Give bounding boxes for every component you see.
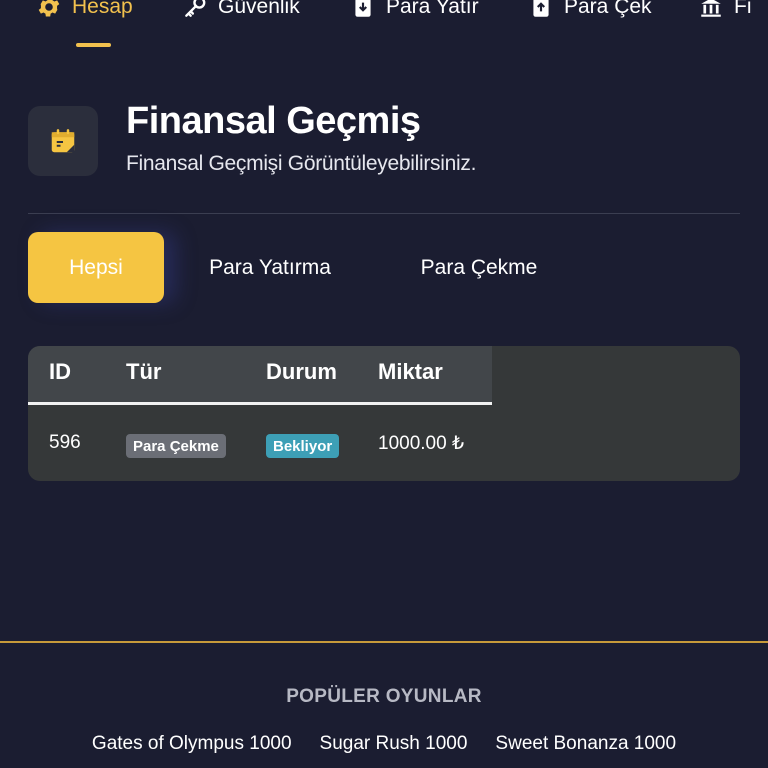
popular-games-list: Gates of Olympus 1000 Sugar Rush 1000 Sw…	[0, 733, 768, 755]
column-header-tur: Tür	[126, 359, 162, 384]
tab-para-yatirma[interactable]: Para Yatırma	[190, 232, 350, 303]
tab-hepsi[interactable]: Hepsi	[28, 232, 164, 303]
key-icon	[185, 0, 206, 17]
wallet-out-icon	[533, 0, 549, 17]
top-nav: Hesap Güvenlik Para Yatır Para Çek Fi	[0, 0, 768, 60]
type-badge: Para Çekme	[126, 434, 226, 458]
nav-item-guvenlik[interactable]: Güvenlik	[182, 0, 300, 22]
page-icon-box	[28, 106, 98, 176]
tab-para-cekme[interactable]: Para Çekme	[404, 232, 554, 303]
nav-label: Para Yatır	[386, 0, 479, 18]
nav-label: Fi	[734, 0, 752, 18]
popular-games-heading: POPÜLER OYUNLAR	[286, 686, 482, 707]
game-link[interactable]: Gates of Olympus 1000	[92, 733, 292, 755]
game-link[interactable]: Sweet Bonanza 1000	[495, 733, 676, 755]
status-badge: Bekliyor	[266, 434, 340, 458]
gear-icon	[38, 0, 60, 17]
page-subtitle: Finansal Geçmişi Görüntüleyebilirsiniz.	[126, 152, 477, 175]
page-title: Finansal Geçmiş	[126, 100, 421, 142]
table-header: ID Tür Durum Miktar	[28, 346, 492, 405]
nav-label: Para Çek	[564, 0, 652, 18]
wallet-in-icon	[355, 0, 371, 17]
header-divider	[28, 213, 740, 214]
nav-item-para-yatir[interactable]: Para Yatır	[350, 0, 479, 22]
cell-amount: 1000.00 ₺	[378, 433, 465, 454]
nav-item-para-cek[interactable]: Para Çek	[528, 0, 652, 22]
column-header-miktar: Miktar	[378, 359, 443, 384]
game-link[interactable]: Sugar Rush 1000	[320, 733, 468, 755]
column-header-durum: Durum	[266, 359, 337, 384]
calendar-icon	[51, 129, 75, 153]
column-header-id: ID	[49, 359, 71, 384]
nav-item-hesap[interactable]: Hesap	[36, 0, 133, 22]
nav-label: Güvenlik	[218, 0, 300, 18]
history-table: ID Tür Durum Miktar 596 Para Çekme Bekli…	[28, 346, 740, 481]
nav-item-finans[interactable]: Fi	[698, 0, 752, 22]
cell-id: 596	[49, 432, 81, 453]
nav-label: Hesap	[72, 0, 133, 18]
footer-divider	[0, 641, 768, 643]
bank-icon	[701, 0, 721, 17]
nav-active-indicator	[76, 43, 111, 47]
